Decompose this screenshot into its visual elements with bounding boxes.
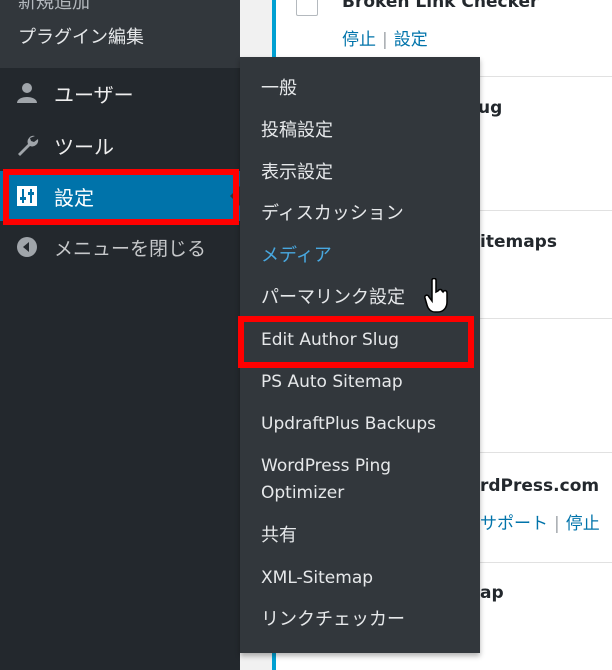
- admin-sidebar: 新規追加 プラグイン編集 ユーザー ツール 設定 メニューを閉じる: [0, 0, 240, 670]
- hand-cursor-icon: [424, 278, 448, 313]
- sidebar-item-label: ツール: [54, 134, 114, 159]
- flyout-item-link-checker[interactable]: リンクチェッカー: [261, 606, 405, 633]
- submenu-item-plugin-editor[interactable]: プラグイン編集: [18, 23, 144, 49]
- plugin-actions-wordpress-com: サポート | 停止: [480, 509, 600, 534]
- plugin-name-wordpress-com: rdPress.com: [480, 476, 600, 496]
- flyout-item-permalinks[interactable]: パーマリンク設定: [261, 284, 405, 311]
- flyout-item-reading[interactable]: 表示設定: [261, 159, 333, 186]
- plugin-name-sitemaps: itemaps: [480, 232, 557, 252]
- flyout-item-discussion[interactable]: ディスカッション: [261, 200, 404, 227]
- plugin-settings-link[interactable]: 設定: [394, 30, 428, 50]
- sidebar-item-label: メニューを閉じる: [54, 237, 207, 260]
- plugin-actions-broken-link: 停止 | 設定: [342, 25, 428, 50]
- flyout-item-general[interactable]: 一般: [261, 75, 297, 102]
- plugin-name-broken-link-checker: Broken Link Checker: [342, 0, 539, 12]
- plugins-submenu: 新規追加 プラグイン編集: [0, 0, 240, 68]
- plugin-checkbox[interactable]: [296, 0, 318, 16]
- flyout-item-ps-auto-sitemap[interactable]: PS Auto Sitemap: [261, 369, 403, 396]
- action-separator: |: [554, 514, 560, 534]
- sidebar-item-label: ユーザー: [54, 82, 134, 107]
- sidebar-collapse-menu[interactable]: メニューを閉じる: [0, 222, 240, 272]
- sidebar-item-users[interactable]: ユーザー: [0, 68, 240, 118]
- highlight-box-edit-author-slug: [238, 316, 474, 368]
- flyout-item-updraftplus-backups[interactable]: UpdraftPlus Backups: [261, 411, 436, 438]
- flyout-item-media[interactable]: メディア: [261, 242, 332, 269]
- collapse-menu-icon: [17, 237, 37, 257]
- plugin-stop-link[interactable]: 停止: [566, 514, 600, 534]
- flyout-item-writing[interactable]: 投稿設定: [261, 117, 333, 144]
- submenu-item-add-new[interactable]: 新規追加: [18, 0, 90, 14]
- flyout-item-sharing[interactable]: 共有: [261, 522, 297, 549]
- plugin-name-map: ap: [480, 583, 504, 603]
- user-icon: [17, 83, 37, 103]
- flyout-item-wordpress-ping-optimizer[interactable]: WordPress Ping Optimizer: [261, 453, 461, 507]
- plugin-name-slug: ug: [478, 98, 503, 118]
- highlight-box-settings: [3, 169, 239, 225]
- plugin-support-link[interactable]: サポート: [480, 514, 548, 534]
- wrench-icon: [18, 135, 39, 156]
- flyout-item-xml-sitemap[interactable]: XML-Sitemap: [261, 565, 373, 592]
- sidebar-item-tools[interactable]: ツール: [0, 120, 240, 170]
- action-separator: |: [382, 30, 388, 50]
- plugin-stop-link[interactable]: 停止: [342, 30, 376, 50]
